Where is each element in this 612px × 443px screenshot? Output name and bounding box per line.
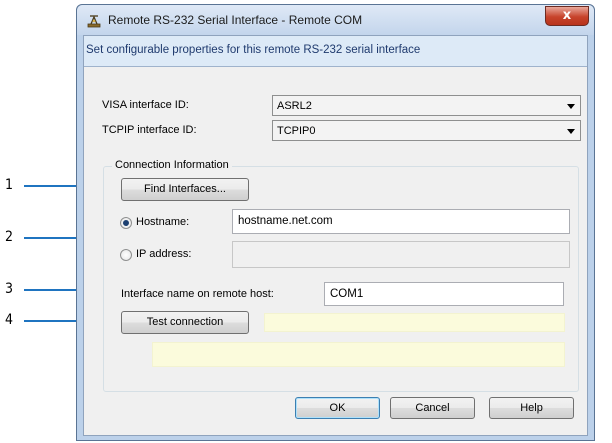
callout-3: 3	[5, 281, 14, 297]
banner-text: Set configurable properties for this rem…	[86, 44, 421, 56]
ip-address-radio[interactable]	[120, 249, 132, 261]
app-icon	[86, 13, 102, 29]
hostname-input[interactable]: hostname.net.com	[232, 209, 570, 234]
test-connection-button[interactable]: Test connection	[121, 311, 249, 334]
ok-button[interactable]: OK	[295, 397, 380, 419]
window-title: Remote RS-232 Serial Interface - Remote …	[108, 13, 363, 27]
hostname-radio[interactable]	[120, 217, 132, 229]
description-banner: Set configurable properties for this rem…	[84, 36, 587, 67]
test-status-field	[264, 313, 565, 332]
tcpip-label: TCPIP interface ID:	[102, 124, 197, 136]
interface-name-value: COM1	[330, 288, 364, 300]
chevron-down-icon	[567, 104, 575, 109]
callout-4: 4	[5, 312, 14, 328]
cancel-button[interactable]: Cancel	[390, 397, 475, 419]
interface-name-input[interactable]: COM1	[324, 282, 564, 306]
close-icon: x	[562, 8, 572, 23]
close-button[interactable]: x	[545, 6, 589, 26]
ip-address-label: IP address:	[136, 248, 192, 260]
title-bar[interactable]: Remote RS-232 Serial Interface - Remote …	[77, 5, 594, 35]
visa-interface-value: ASRL2	[277, 100, 312, 112]
visa-interface-select[interactable]: ASRL2	[272, 95, 581, 116]
tcpip-interface-value: TCPIP0	[277, 125, 316, 137]
hostname-label: Hostname:	[136, 216, 190, 228]
status-message-field	[152, 342, 565, 367]
callout-2: 2	[5, 229, 14, 245]
find-interfaces-button[interactable]: Find Interfaces...	[121, 178, 249, 201]
hostname-value: hostname.net.com	[238, 215, 333, 227]
chevron-down-icon	[567, 129, 575, 134]
ip-address-input[interactable]	[232, 241, 570, 268]
callout-1: 1	[5, 177, 14, 193]
dialog-window: Remote RS-232 Serial Interface - Remote …	[76, 4, 595, 441]
tcpip-interface-select[interactable]: TCPIP0	[272, 120, 581, 141]
help-button[interactable]: Help	[489, 397, 574, 419]
visa-label: VISA interface ID:	[102, 99, 189, 111]
dialog-client: Set configurable properties for this rem…	[83, 35, 588, 436]
interface-name-label: Interface name on remote host:	[121, 288, 274, 300]
connection-group-label: Connection Information	[112, 159, 232, 171]
